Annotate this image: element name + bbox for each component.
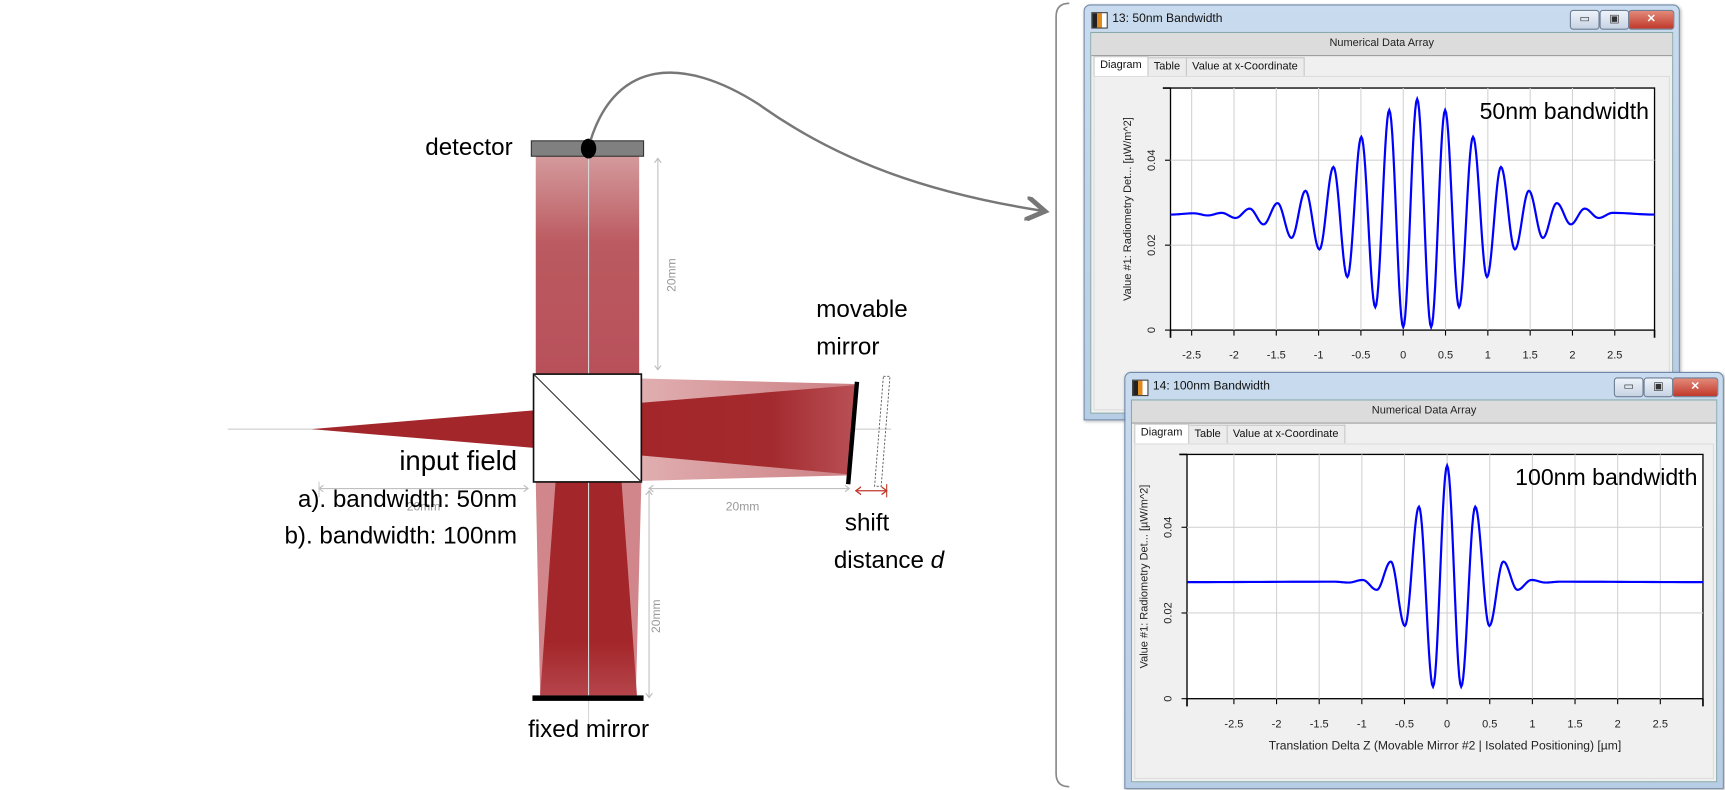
x-tick-label: 2.5 (1607, 350, 1622, 362)
x-tick-label: 1 (1529, 718, 1535, 730)
shift-distance-text: distance (834, 547, 931, 574)
detector-cable-arrow (589, 71, 1045, 212)
x-tick-label: -2.5 (1224, 718, 1243, 730)
chart-50nm[interactable]: -2.5 -2 -1.5 -1 -0.5 0 0.5 1 1.5 2 2.5 0 0.02 0.04 Val… (1085, 6, 1679, 420)
x-tick-label: 0 (1400, 350, 1406, 362)
fixed-mirror (532, 695, 644, 701)
window-50nm-bandwidth[interactable]: 13: 50nm Bandwidth ▭ ▣ ✕ Numerical Data … (1083, 4, 1680, 421)
dimension-label-fixed-arm: 20mm (649, 599, 663, 633)
y-tick-label: 0.02 (1146, 234, 1158, 255)
x-tick-label: 1.5 (1523, 350, 1538, 362)
y-axis-label: Value #1: Radiometry Det... [µW/m^2] (1138, 485, 1150, 669)
x-tick-label: -2 (1229, 350, 1239, 362)
shift-distance-label-line2: distance d (834, 547, 946, 574)
x-tick-label: 0.5 (1482, 718, 1497, 730)
x-tick-label: -2.5 (1182, 350, 1201, 362)
x-tick-label: -1.5 (1267, 350, 1286, 362)
input-beam (311, 410, 534, 448)
x-tick-label: 1.5 (1567, 718, 1582, 730)
michelson-interferometer-diagram: 20mm 20mm 20mm 20mm detector movable mir… (227, 2, 1070, 788)
movable-mirror-label-line1: movable (816, 296, 907, 323)
dimension-label-movable-arm: 20mm (726, 500, 760, 514)
x-tick-label: -0.5 (1395, 718, 1414, 730)
x-tick-label: 2.5 (1653, 718, 1668, 730)
shifted-mirror-outline (874, 375, 891, 487)
window-100nm-bandwidth[interactable]: 14: 100nm Bandwidth ▭ ▣ ✕ Numerical Data… (1124, 371, 1724, 789)
x-tick-label: 2 (1615, 718, 1621, 730)
x-tick-label: -2 (1272, 718, 1282, 730)
x-tick-label: -1.5 (1310, 718, 1329, 730)
y-tick-label: 0 (1146, 327, 1158, 333)
results-bracket (1055, 2, 1070, 788)
chart-annotation: 100nm bandwidth (1515, 464, 1697, 490)
x-tick-label: -0.5 (1351, 350, 1370, 362)
figure: 20mm 20mm 20mm 20mm detector movable mir… (0, 0, 1725, 790)
x-tick-label: -1 (1357, 718, 1367, 730)
x-axis-label: Translation Delta Z (Movable Mirror #2 |… (1269, 738, 1621, 752)
shift-distance-label-line1: shift (845, 509, 890, 536)
shift-distance-variable: d (931, 547, 946, 574)
chart-annotation: 50nm bandwidth (1480, 98, 1649, 124)
detector-sensor-icon (580, 138, 597, 159)
bandwidth-a-label: a). bandwidth: 50nm (298, 486, 517, 513)
x-tick-label: -1 (1314, 350, 1324, 362)
y-tick-label: 0.04 (1146, 150, 1158, 171)
fixed-mirror-label: fixed mirror (528, 716, 649, 743)
bandwidth-b-label: b). bandwidth: 100nm (284, 523, 517, 550)
movable-mirror-label-line2: mirror (816, 333, 879, 360)
y-tick-label: 0.04 (1163, 517, 1175, 538)
detector-arm-beam (535, 156, 640, 375)
x-tick-label: 0 (1444, 718, 1450, 730)
detector-label: detector (425, 134, 512, 161)
x-tick-label: 0.5 (1438, 350, 1453, 362)
y-tick-label: 0.02 (1163, 602, 1175, 623)
chart-100nm[interactable]: -2.5 -2 -1.5 -1 -0.5 0 0.5 1 1.5 2 2.5 0 0.02 0.04 Val… (1125, 373, 1722, 788)
input-field-label: input field (399, 445, 517, 476)
x-tick-label: 2 (1569, 350, 1575, 362)
y-tick-label: 0 (1163, 696, 1175, 702)
dimension-label-detector-arm: 20mm (664, 258, 678, 292)
x-tick-label: 1 (1485, 350, 1491, 362)
y-axis-label: Value #1: Radiometry Det... [µW/m^2] (1122, 117, 1134, 301)
